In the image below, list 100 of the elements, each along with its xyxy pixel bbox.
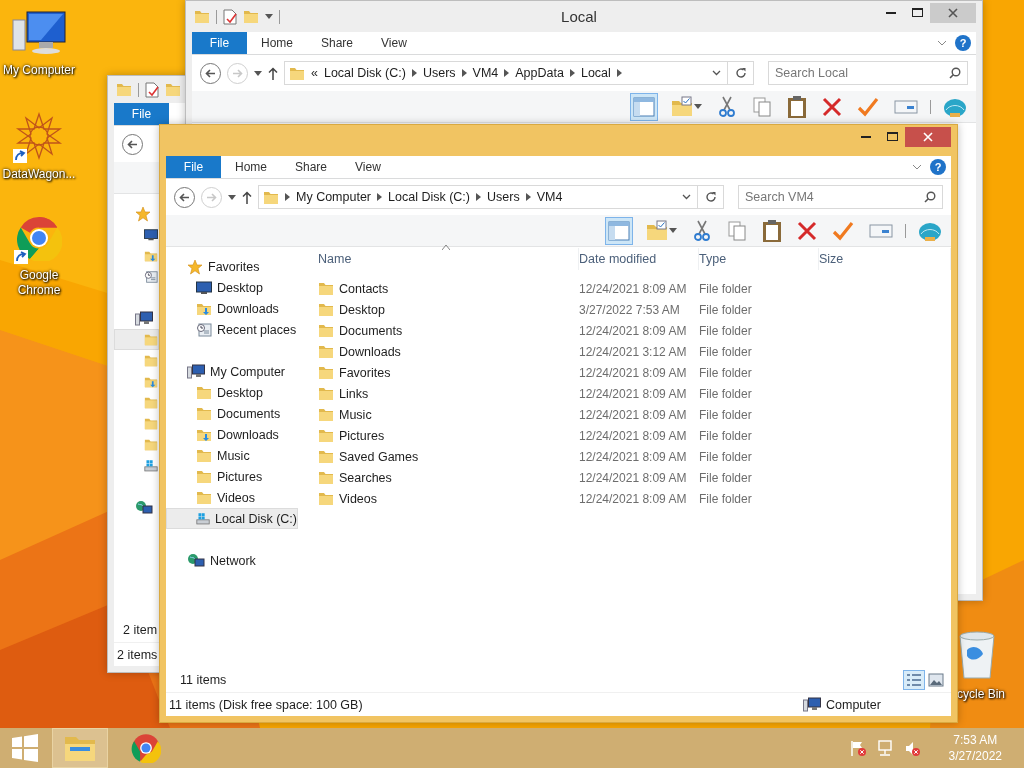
close-icon [948,7,958,18]
file-name[interactable]: Pictures [339,428,385,443]
recent-places-icon [196,321,212,338]
star-emblem-icon [15,112,63,160]
breadcrumb[interactable]: VM4 [536,190,563,204]
back-button[interactable] [174,186,195,208]
large-icons-view-icon [928,673,944,687]
nav-item[interactable]: Recent places [166,319,298,340]
file-name[interactable]: Searches [339,470,392,485]
file-name[interactable]: Videos [339,491,377,506]
folder-icon [318,323,334,338]
item-count: 11 items [180,673,227,687]
breadcrumb[interactable]: Local Disk (C:) [388,190,470,204]
folder-icon [318,407,334,422]
drive-icon [144,457,158,474]
desktop-icon-image[interactable] [16,215,62,264]
nav-item[interactable]: Network [166,550,298,571]
ribbon-tab[interactable]: Share [281,156,342,178]
nav-item[interactable]: Desktop [166,382,298,403]
copy-icon [752,95,772,118]
search-icon [949,67,961,79]
sort-caret-icon [442,245,450,250]
minimize-icon [886,11,896,14]
column-header[interactable]: Type [699,248,819,270]
file-name[interactable]: Music [339,407,372,422]
date-cell-text: 12/24/2021 8:09 AM [579,281,688,296]
computer-icon [803,696,821,713]
address-bar[interactable]: My Computer Local Disk (C:) Users VM4 [258,185,698,209]
nav-item[interactable]: Local Disk (C:) [166,508,298,529]
windows-logo-icon [11,734,39,762]
view-button[interactable] [925,670,947,690]
shortcut-arrow-icon [14,250,28,264]
column-header[interactable]: Date modified [579,248,699,270]
file-name[interactable]: Documents [339,323,403,338]
nav-item[interactable]: Downloads [166,424,298,445]
breadcrumb[interactable]: Users [422,66,456,80]
delete-icon [797,220,817,241]
column-header[interactable]: Size [819,248,951,270]
back-button[interactable] [122,133,143,155]
search-field[interactable]: Search VM4 [738,185,943,209]
taskbar-app[interactable] [52,728,108,768]
caret-icon [669,228,677,233]
nav-item[interactable]: Videos [166,487,298,508]
help-button[interactable]: ? [955,35,971,51]
file-name[interactable]: Favorites [339,365,391,380]
folder-icon [318,386,334,401]
folder-icon [196,406,212,421]
forward-button[interactable] [227,62,248,84]
type-cell-text: File folder [699,491,753,506]
address-bar[interactable]: « Local Disk (C:) Users VM4 AppData Local [284,61,728,85]
nav-item[interactable]: Desktop [166,277,298,298]
file-name[interactable]: Desktop [339,302,385,317]
close-icon [923,131,933,142]
search-field[interactable]: Search Local [768,61,968,85]
overflow-crumb[interactable]: « [311,66,318,80]
ribbon-tab[interactable]: View [341,156,395,178]
file-name[interactable]: Links [339,386,369,401]
caret-icon [265,14,273,19]
refresh-button[interactable] [698,185,724,209]
nav-item[interactable]: Music [166,445,298,466]
monitor-icon [196,280,212,295]
file-tab[interactable]: File [166,156,221,178]
rename-icon [869,222,893,239]
ribbon-tab[interactable]: View [367,32,421,54]
refresh-button[interactable] [728,61,754,85]
nav-item[interactable]: Pictures [166,466,298,487]
computer-icon [135,310,153,327]
view-button[interactable] [903,670,925,690]
breadcrumb[interactable]: AppData [515,66,564,80]
window-title: Local [561,8,597,25]
preview-pane-button[interactable] [630,92,658,121]
breadcrumb[interactable]: VM4 [472,66,499,80]
nav-item[interactable]: My Computer [166,361,298,382]
file-tab[interactable]: File [114,103,169,125]
breadcrumb[interactable]: Users [487,190,520,204]
desktop-icon-image[interactable] [15,112,63,163]
file-name[interactable]: Saved Games [339,449,419,464]
rename-icon [894,98,918,115]
folder-icon [196,448,212,463]
ribbon-tab[interactable]: Home [247,32,307,54]
folder-icon [243,9,259,24]
nav-item[interactable]: Documents [166,403,298,424]
folder-icon [318,470,334,485]
nav-item[interactable]: Favorites [166,256,298,277]
breadcrumb[interactable]: Local Disk (C:) [323,66,406,80]
ribbon-tab[interactable]: Share [307,32,368,54]
folder-icon [144,395,158,410]
preview-pane-button[interactable] [605,216,633,245]
forward-button[interactable] [201,186,222,208]
breadcrumb[interactable]: My Computer [296,190,372,204]
ribbon-tab[interactable]: Home [221,156,281,178]
file-name[interactable]: Contacts [339,281,389,296]
help-button[interactable]: ? [930,159,946,175]
file-tab[interactable]: File [192,32,247,54]
column-header[interactable]: Name [306,248,579,270]
file-name[interactable]: Downloads [339,344,401,359]
nav-item[interactable]: Downloads [166,298,298,319]
breadcrumb[interactable]: Local [580,66,611,80]
chevron-icon [525,193,531,201]
back-button[interactable] [200,62,221,84]
